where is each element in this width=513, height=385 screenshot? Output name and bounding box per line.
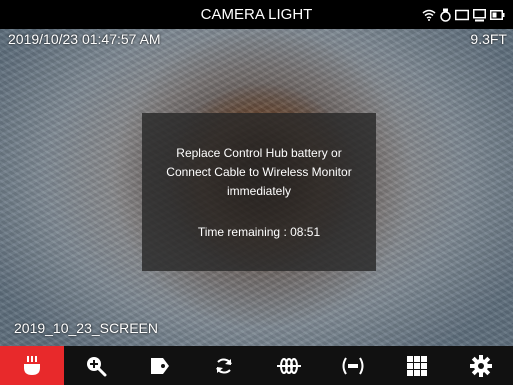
status-icons — [422, 8, 505, 22]
camera-light-button[interactable] — [0, 346, 65, 385]
tag-button[interactable] — [128, 346, 192, 385]
screen-filename: 2019_10_23_SCREEN — [14, 320, 158, 336]
time-remaining: Time remaining : 08:51 — [197, 225, 321, 239]
warning-message: Replace Control Hub battery or Connect C… — [142, 144, 376, 201]
status-bar: CAMERA LIGHT — [0, 0, 513, 29]
settings-icon — [469, 354, 492, 377]
sonde-button[interactable] — [257, 346, 321, 385]
battery-icon — [490, 10, 505, 20]
timestamp: 2019/10/23 01:47:57 AM — [8, 31, 161, 47]
depth-readout: 9.3FT — [470, 31, 507, 47]
grid-icon — [406, 355, 427, 376]
zoom-icon — [87, 356, 107, 376]
grid-button[interactable] — [385, 346, 449, 385]
monitor-icon — [455, 9, 469, 21]
tag-icon — [151, 357, 170, 374]
camera-light-icon — [24, 355, 41, 375]
rotate-button[interactable] — [192, 346, 256, 385]
sonde-icon — [276, 357, 301, 374]
wifi-icon — [422, 9, 436, 21]
warning-line-3: immediately — [226, 184, 292, 198]
display-icon — [473, 8, 486, 21]
transmitter-button[interactable] — [321, 346, 385, 385]
camera-screen: CAMERA LIGHT 2019/10/23 01:47:57 AM 9.3F… — [0, 0, 513, 385]
settings-button[interactable] — [449, 346, 513, 385]
bottom-toolbar — [0, 346, 513, 385]
zoom-button[interactable] — [64, 346, 128, 385]
camera-icon — [440, 8, 451, 22]
warning-line-2: Connect Cable to Wireless Monitor — [166, 165, 352, 179]
rotate-icon — [216, 358, 233, 373]
warning-line-1: Replace Control Hub battery or — [176, 146, 342, 160]
transmitter-icon — [342, 356, 364, 375]
battery-warning-dialog: Replace Control Hub battery or Connect C… — [142, 113, 376, 271]
